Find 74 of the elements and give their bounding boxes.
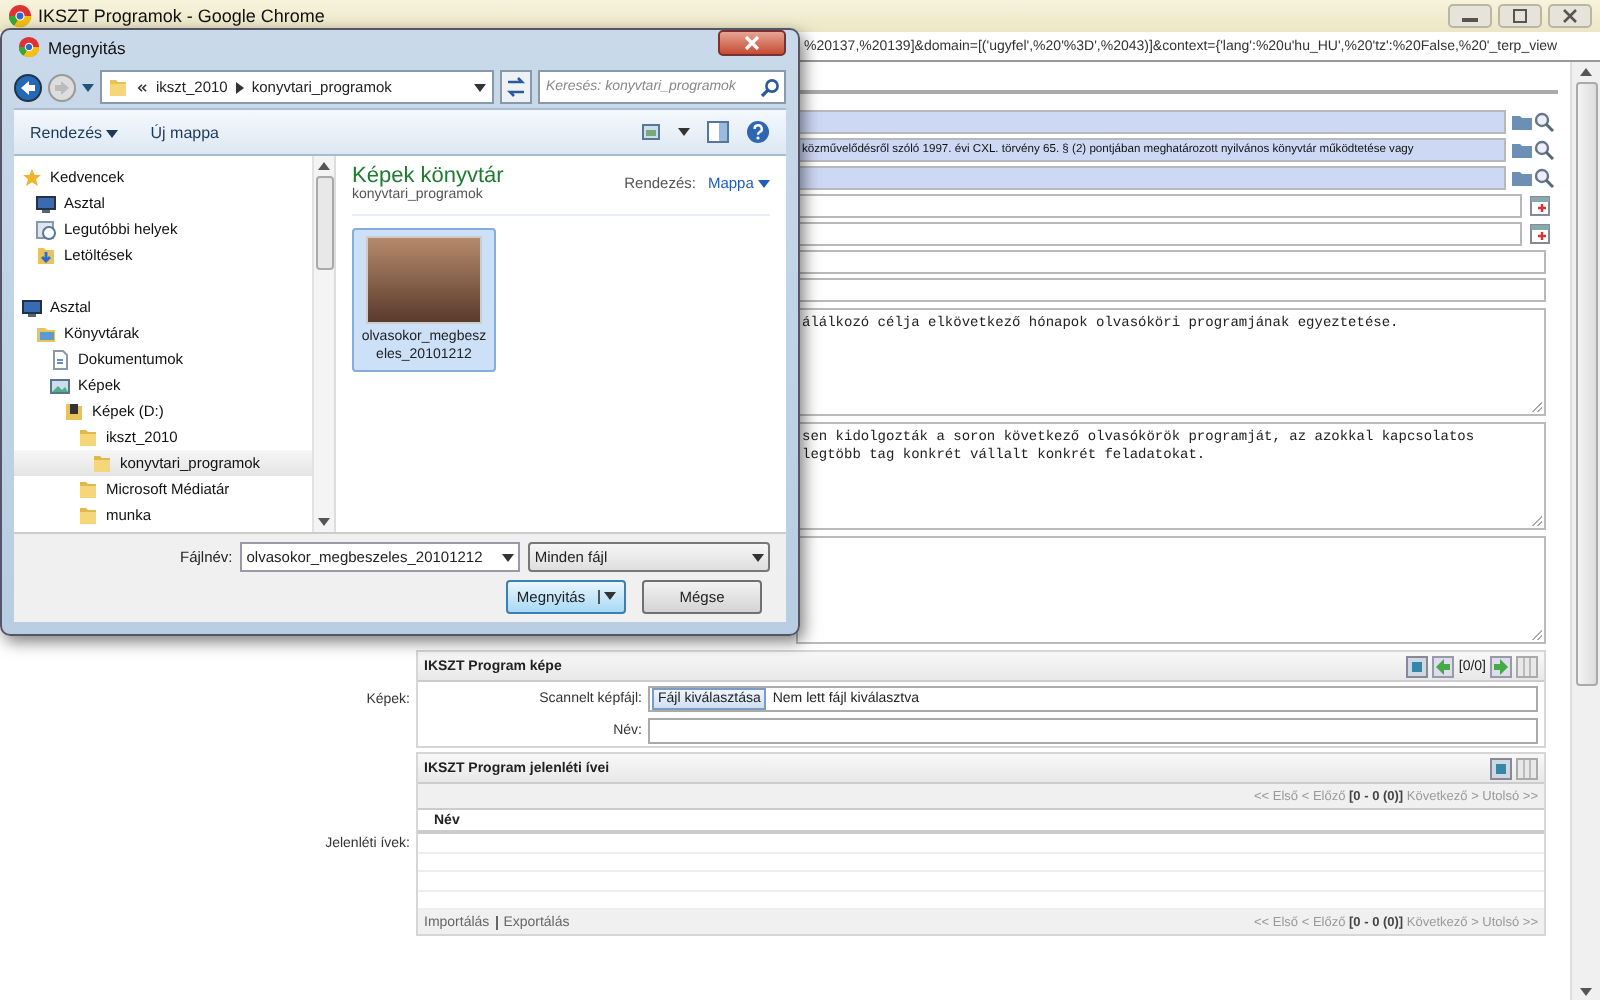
folder-icon — [78, 479, 98, 500]
minimize-button[interactable] — [1448, 4, 1492, 28]
preview-pane-icon[interactable] — [706, 120, 730, 145]
monitor-icon — [36, 193, 56, 214]
caret-icon — [758, 180, 770, 189]
star-icon — [22, 167, 42, 188]
columns-icon[interactable] — [1516, 655, 1538, 677]
organize-menu[interactable]: Rendezés — [30, 123, 119, 142]
double-chevron-icon[interactable] — [136, 83, 148, 92]
caret-icon[interactable] — [235, 81, 244, 94]
scroll-up-arrow-icon[interactable] — [1580, 68, 1592, 76]
folder-icon[interactable] — [1511, 140, 1531, 161]
recent-places-icon — [36, 219, 56, 240]
maximize-button[interactable] — [1498, 4, 1542, 28]
search-icon[interactable] — [1533, 112, 1553, 133]
caret-icon[interactable] — [678, 128, 690, 137]
scrollbar-thumb[interactable] — [315, 176, 333, 271]
new-folder-button[interactable]: Új mappa — [150, 123, 219, 142]
add-icon[interactable] — [1406, 655, 1429, 677]
caret-icon[interactable] — [82, 83, 94, 92]
library-title: Képek könyvtár — [352, 164, 504, 189]
chrome-logo-icon — [8, 4, 32, 28]
folder-icon — [78, 505, 98, 526]
search-icon[interactable] — [1533, 140, 1553, 161]
calendar-icon[interactable] — [1530, 224, 1550, 245]
library-icon — [36, 323, 56, 344]
scrollbar[interactable] — [312, 156, 334, 533]
name-field[interactable] — [648, 717, 1538, 743]
caret-icon[interactable] — [502, 553, 515, 562]
columns-icon[interactable] — [1516, 757, 1538, 779]
drive-icon — [64, 401, 84, 422]
picture-icon — [50, 375, 70, 396]
folder-icon — [108, 77, 128, 98]
caret-icon — [752, 553, 764, 562]
caret-icon[interactable] — [603, 592, 616, 601]
search-icon — [760, 77, 780, 98]
text-field[interactable] — [796, 278, 1546, 303]
search-icon[interactable] — [1533, 168, 1553, 189]
scroll-up-arrow-icon[interactable] — [318, 162, 330, 171]
photo-placeholder — [366, 236, 482, 325]
caret-icon — [106, 129, 119, 138]
text-field[interactable] — [796, 250, 1546, 275]
refresh-button[interactable] — [500, 70, 532, 105]
left-arrow-icon[interactable] — [1432, 655, 1455, 677]
folder-icon[interactable] — [1511, 168, 1531, 189]
folder-icon[interactable] — [1511, 112, 1531, 133]
help-icon[interactable] — [746, 120, 770, 145]
calendar-icon[interactable] — [1530, 196, 1550, 217]
downloads-folder-icon — [36, 245, 56, 266]
resize-grip-icon[interactable] — [1532, 630, 1542, 640]
view-icon[interactable] — [642, 120, 666, 145]
dialog-title: Megnyitás — [48, 37, 126, 58]
close-button[interactable] — [1548, 4, 1592, 28]
resize-grip-icon[interactable] — [1532, 402, 1542, 412]
close-button[interactable] — [718, 29, 786, 56]
monitor-icon — [22, 297, 42, 318]
add-icon[interactable] — [1490, 757, 1512, 779]
right-arrow-icon[interactable] — [1490, 655, 1512, 677]
lookup-field[interactable] — [796, 110, 1506, 135]
scroll-down-arrow-icon[interactable] — [1580, 988, 1592, 996]
folder-icon — [92, 453, 112, 474]
caret-icon[interactable] — [474, 83, 486, 92]
lookup-field[interactable] — [796, 166, 1506, 191]
scroll-down-arrow-icon[interactable] — [318, 518, 330, 527]
window-title: IKSZT Programok - Google Chrome — [38, 6, 325, 26]
date-field[interactable] — [796, 194, 1522, 219]
resize-grip-icon[interactable] — [1532, 516, 1542, 526]
back-button[interactable] — [14, 73, 42, 102]
scrollbar-thumb[interactable] — [1575, 82, 1597, 686]
folder-icon — [78, 427, 98, 448]
date-field[interactable] — [796, 222, 1522, 247]
scrollbar[interactable] — [1570, 62, 1600, 1000]
chrome-logo-icon — [18, 36, 40, 59]
document-icon — [50, 349, 70, 370]
